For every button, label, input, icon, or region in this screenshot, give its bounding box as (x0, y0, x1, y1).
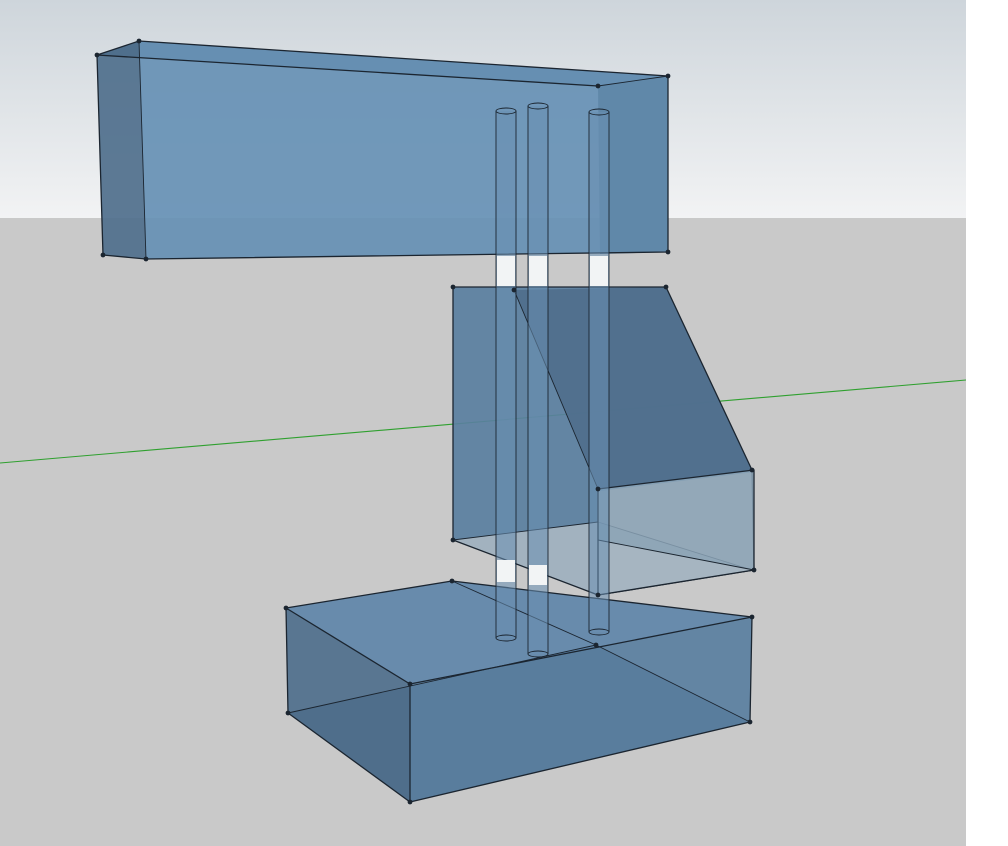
rod-3[interactable] (588, 108, 610, 636)
sketchup-3d-viewport[interactable] (0, 0, 966, 846)
rod-1[interactable] (495, 107, 517, 642)
rod-2[interactable] (527, 102, 549, 658)
top-beam-box[interactable] (96, 40, 669, 260)
beam-left-face (97, 41, 146, 259)
